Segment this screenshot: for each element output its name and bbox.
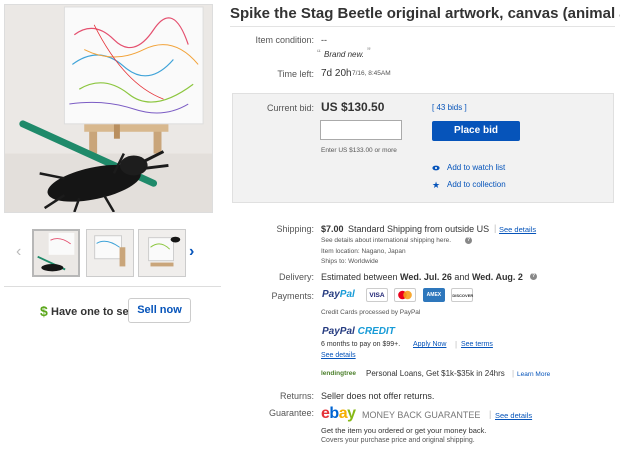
guarantee-line1: Get the item you ordered or get your mon… — [321, 426, 487, 435]
condition-label: Item condition: — [255, 35, 314, 45]
shipping-label: Shipping: — [276, 224, 314, 234]
bid-amount-input[interactable] — [320, 120, 402, 140]
bid-count-link[interactable]: [ 43 bids ] — [432, 103, 467, 112]
amex-icon: AMEX — [422, 288, 445, 302]
condition-quote: Brand new. — [324, 50, 365, 59]
guarantee-separator: | — [489, 409, 492, 419]
item-location: Item location: Nagano, Japan — [321, 248, 406, 255]
main-product-image[interactable] — [4, 4, 213, 213]
delivery-label: Delivery: — [278, 272, 314, 282]
shipping-cost: $7.00 — [321, 224, 344, 234]
delivery-end: Wed. Aug. 2 — [471, 272, 523, 282]
mastercard-icon — [394, 288, 417, 302]
star-icon: ★ — [432, 180, 441, 190]
guarantee-label: Guarantee: — [268, 408, 314, 418]
paypal-logo: PayPal — [322, 289, 355, 300]
current-bid-amount: US $130.50 — [321, 100, 385, 114]
delivery-prefix: Estimated between — [321, 272, 401, 282]
place-bid-button[interactable]: Place bid — [432, 121, 520, 141]
paypal-logo-pay: Pay — [322, 289, 340, 300]
returns-value: Seller does not offer returns. — [321, 391, 435, 401]
delivery-estimate: Estimated between Wed. Jul. 26 and Wed. … — [321, 272, 523, 282]
sell-now-button[interactable]: Sell now — [128, 298, 191, 323]
quote-close-icon: ” — [367, 46, 371, 58]
discover-icon: DISCOVER — [451, 288, 474, 302]
time-left-date: 7/16, 8:45AM — [352, 70, 391, 77]
card-logos: VISA AMEX DISCOVER — [366, 288, 475, 306]
ships-to: Ships to: Worldwide — [321, 258, 379, 265]
dollar-icon: $ — [40, 303, 48, 319]
paypal-credit-logo: PayPal CREDIT — [322, 326, 395, 337]
ebay-logo: ebay — [321, 405, 356, 423]
thumbnail-next-arrow[interactable]: › — [189, 244, 194, 260]
credit-separator: | — [455, 340, 458, 349]
title-divider — [230, 26, 615, 27]
current-bid-label: Current bid: — [266, 103, 314, 113]
guarantee-details-link[interactable]: See details — [495, 411, 532, 420]
delivery-help-icon[interactable]: ? — [530, 273, 537, 280]
page-title: Spike the Stag Beetle original artwork, … — [230, 5, 620, 22]
thumbnail-2[interactable] — [86, 229, 134, 277]
quote-open-icon: “ — [317, 48, 321, 60]
lendingtree-logo: lendingtree — [321, 370, 357, 377]
time-left-label: Time left: — [277, 69, 314, 79]
shipping-desc: Standard Shipping from outside US — [348, 224, 490, 234]
add-to-collection-link[interactable]: Add to collection — [447, 180, 506, 189]
intl-shipping-note[interactable]: See details about international shipping… — [321, 237, 451, 244]
bid-hint: Enter US $133.00 or more — [321, 147, 397, 154]
shipping-separator: | — [494, 223, 497, 233]
credit-terms: 6 months to pay on $99+. — [321, 341, 401, 348]
add-to-watch-list-link[interactable]: Add to watch list — [447, 163, 505, 172]
paypal-credit-logo-credit: CREDIT — [354, 326, 395, 337]
thumbnail-1[interactable] — [32, 229, 80, 277]
time-left-value: 7d 20h — [321, 68, 352, 79]
lendingtree-text: Personal Loans, Get $1k-$35k in 24hrs — [366, 369, 505, 378]
guarantee-line2: Covers your purchase price and original … — [321, 437, 475, 444]
thumbnail-3[interactable] — [138, 229, 186, 277]
ebay-logo-b: b — [329, 405, 339, 422]
delivery-start: Wed. Jul. 26 — [400, 272, 452, 282]
apply-now-link[interactable]: Apply Now — [413, 341, 446, 348]
visa-icon: VISA — [366, 288, 388, 302]
shipping-details-link[interactable]: See details — [499, 225, 536, 234]
thumbnail-strip — [16, 229, 206, 279]
condition-value: -- — [321, 35, 327, 45]
eye-icon — [432, 165, 440, 171]
lending-separator: | — [512, 369, 515, 378]
paypal-logo-pal: Pal — [339, 289, 355, 300]
learn-more-link[interactable]: Learn More — [517, 371, 550, 378]
ebay-logo-a: a — [338, 405, 348, 422]
cards-processed-note: Credit Cards processed by PayPal — [321, 309, 421, 316]
ebay-logo-y: y — [347, 405, 356, 422]
left-divider — [4, 286, 221, 287]
product-photo — [5, 5, 212, 212]
payments-label: Payments: — [271, 291, 314, 301]
money-back-guarantee: MONEY BACK GUARANTEE — [362, 410, 481, 420]
returns-label: Returns: — [279, 391, 314, 401]
credit-details-link[interactable]: See details — [321, 352, 356, 359]
paypal-credit-logo-name: PayPal — [322, 326, 355, 337]
help-icon[interactable]: ? — [465, 237, 472, 244]
see-terms-link[interactable]: See terms — [461, 341, 493, 348]
delivery-mid: and — [451, 272, 472, 282]
